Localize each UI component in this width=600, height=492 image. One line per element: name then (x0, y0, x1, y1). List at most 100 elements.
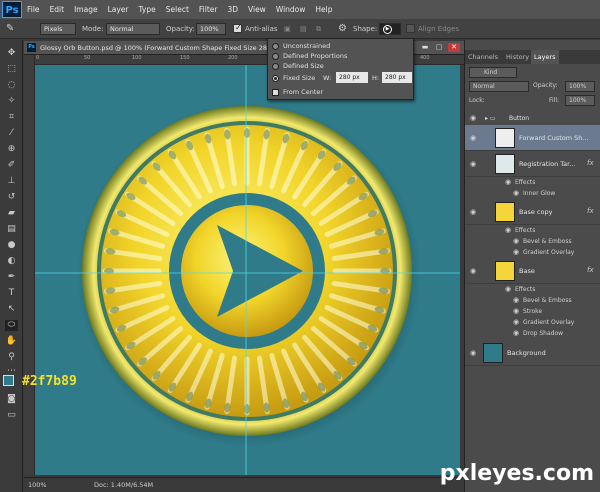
filter-kind-select[interactable]: Kind (469, 67, 517, 78)
width-input[interactable]: 280 px (336, 72, 368, 83)
marquee-tool-icon[interactable]: ⬚ (5, 64, 18, 75)
eyedropper-tool-icon[interactable]: ⁄ (5, 128, 18, 139)
layer-registration-target[interactable]: ◉ Registration Tar... fx (465, 151, 600, 177)
antialias-checkbox[interactable]: ✓ (233, 23, 242, 33)
hand-tool-icon[interactable]: ✋ (5, 336, 18, 347)
document-canvas[interactable] (35, 65, 460, 475)
effect-row[interactable]: ◉ Gradient Overlay (465, 247, 600, 258)
gradient-tool-icon[interactable]: ▤ (5, 224, 18, 235)
shape-picker[interactable]: ▶ (379, 23, 401, 35)
foreground-color-swatch[interactable] (3, 375, 14, 386)
maximize-icon[interactable]: ▢ (434, 43, 444, 52)
shape-tool-icon[interactable]: ✎ (6, 19, 14, 39)
healing-tool-icon[interactable]: ⊕ (5, 144, 18, 155)
visibility-eye-icon[interactable]: ◉ (470, 208, 476, 216)
zoom-level[interactable]: 100% (28, 478, 47, 492)
fx-badge[interactable]: fx (587, 159, 594, 167)
path-arrangement-icon[interactable]: ⧉ (316, 19, 321, 39)
tab-history[interactable]: History (503, 50, 532, 64)
path-alignment-icon[interactable]: ▤ (300, 19, 307, 39)
shape-tool-icon[interactable]: ⬭ (5, 320, 18, 331)
minimize-icon[interactable]: ▬ (420, 43, 430, 52)
align-edges-label: Align Edges (418, 25, 460, 33)
dodge-tool-icon[interactable]: ◐ (5, 256, 18, 267)
layer-blend-select[interactable]: Normal (469, 81, 529, 92)
tab-channels[interactable]: Channels (465, 50, 501, 64)
lasso-tool-icon[interactable]: ◌ (5, 80, 18, 91)
layer-base-copy[interactable]: ◉ Base copy fx (465, 199, 600, 225)
effect-label: Bevel & Emboss (523, 238, 572, 245)
menu-help[interactable]: Help (310, 0, 337, 19)
menu-image[interactable]: Image (69, 0, 103, 19)
fill-label: Fill: (549, 97, 560, 104)
menu-filter[interactable]: Filter (194, 0, 223, 19)
effect-row[interactable]: ◉ Inner Glow (465, 188, 600, 199)
menu-select[interactable]: Select (161, 0, 194, 19)
layer-forward-shape[interactable]: ◉ Forward Custom Sh... (465, 125, 600, 151)
move-tool-icon[interactable]: ✥ (5, 48, 18, 59)
fx-badge[interactable]: fx (587, 207, 594, 215)
effect-label: Drop Shadow (523, 330, 564, 337)
fx-badge[interactable]: fx (587, 266, 594, 274)
height-input[interactable]: 280 px (382, 72, 412, 83)
blur-tool-icon[interactable]: ● (5, 240, 18, 251)
menu-view[interactable]: View (243, 0, 271, 19)
fixed-size-radio[interactable] (272, 75, 279, 82)
menu-edit[interactable]: Edit (45, 0, 70, 19)
layer-fill-input[interactable]: 100% (565, 95, 595, 106)
tool-mode-select[interactable]: Pixels (40, 23, 76, 35)
ruler-tick: 0 (36, 55, 40, 61)
layer-background[interactable]: ◉ Background (465, 340, 600, 366)
unconstrained-radio[interactable] (272, 43, 279, 50)
quick-mask-icon[interactable]: ◙ (5, 394, 18, 405)
effects-row[interactable]: ◉ Effects (465, 284, 600, 295)
from-center-checkbox[interactable] (272, 89, 279, 96)
eraser-tool-icon[interactable]: ▰ (5, 208, 18, 219)
layer-base[interactable]: ◉ Base fx (465, 258, 600, 284)
visibility-eye-icon[interactable]: ◉ (470, 267, 476, 275)
menu-3d[interactable]: 3D (222, 0, 243, 19)
menu-window[interactable]: Window (271, 0, 311, 19)
status-bar: 100% Doc: 1.40M/6.54M (24, 477, 464, 492)
layer-thumbnail (495, 154, 515, 174)
visibility-eye-icon[interactable]: ◉ (470, 349, 476, 357)
type-tool-icon[interactable]: T (5, 288, 18, 299)
menu-type[interactable]: Type (134, 0, 161, 19)
brush-tool-icon[interactable]: ✐ (5, 160, 18, 171)
effects-row[interactable]: ◉ Effects (465, 225, 600, 236)
effect-row[interactable]: ◉ Bevel & Emboss (465, 236, 600, 247)
menu-file[interactable]: File (22, 0, 45, 19)
geometry-options-popup: Unconstrained Defined Proportions Define… (267, 38, 414, 100)
effect-row[interactable]: ◉ Drop Shadow (465, 328, 600, 339)
pen-tool-icon[interactable]: ✒ (5, 272, 18, 283)
effect-row[interactable]: ◉ Gradient Overlay (465, 317, 600, 328)
tab-layers[interactable]: Layers (531, 50, 559, 64)
align-edges-checkbox[interactable] (406, 24, 415, 33)
blend-mode-select[interactable]: Normal (106, 23, 160, 35)
visibility-eye-icon[interactable]: ◉ (470, 113, 476, 124)
stamp-tool-icon[interactable]: ⊥ (5, 176, 18, 187)
opacity-input[interactable]: 100% (196, 23, 226, 35)
effects-row[interactable]: ◉ Effects (465, 177, 600, 188)
zoom-tool-icon[interactable]: ⚲ (5, 352, 18, 363)
quick-select-tool-icon[interactable]: ✧ (5, 96, 18, 107)
defined-size-radio[interactable] (272, 63, 279, 70)
visibility-eye-icon[interactable]: ◉ (470, 160, 476, 168)
screen-mode-icon[interactable]: ▭ (5, 410, 18, 421)
defined-proportions-radio[interactable] (272, 53, 279, 60)
effect-row[interactable]: ◉ Bevel & Emboss (465, 295, 600, 306)
layer-name: Forward Custom Sh... (519, 134, 589, 142)
path-select-tool-icon[interactable]: ↖ (5, 304, 18, 315)
layer-group-button[interactable]: ◉ ▸ ▭ Button (465, 113, 600, 125)
path-operations-icon[interactable]: ▣ (284, 19, 291, 39)
antialias-label: Anti-alias (245, 25, 278, 33)
opacity-label: Opacity: (166, 25, 195, 33)
close-icon[interactable]: ✕ (448, 43, 460, 52)
gear-icon[interactable]: ⚙ (338, 19, 347, 39)
layer-opacity-input[interactable]: 100% (565, 81, 595, 92)
history-brush-tool-icon[interactable]: ↺ (5, 192, 18, 203)
crop-tool-icon[interactable]: ⌗ (5, 112, 18, 123)
visibility-eye-icon[interactable]: ◉ (470, 134, 476, 142)
effect-row[interactable]: ◉ Stroke (465, 306, 600, 317)
menu-layer[interactable]: Layer (103, 0, 134, 19)
